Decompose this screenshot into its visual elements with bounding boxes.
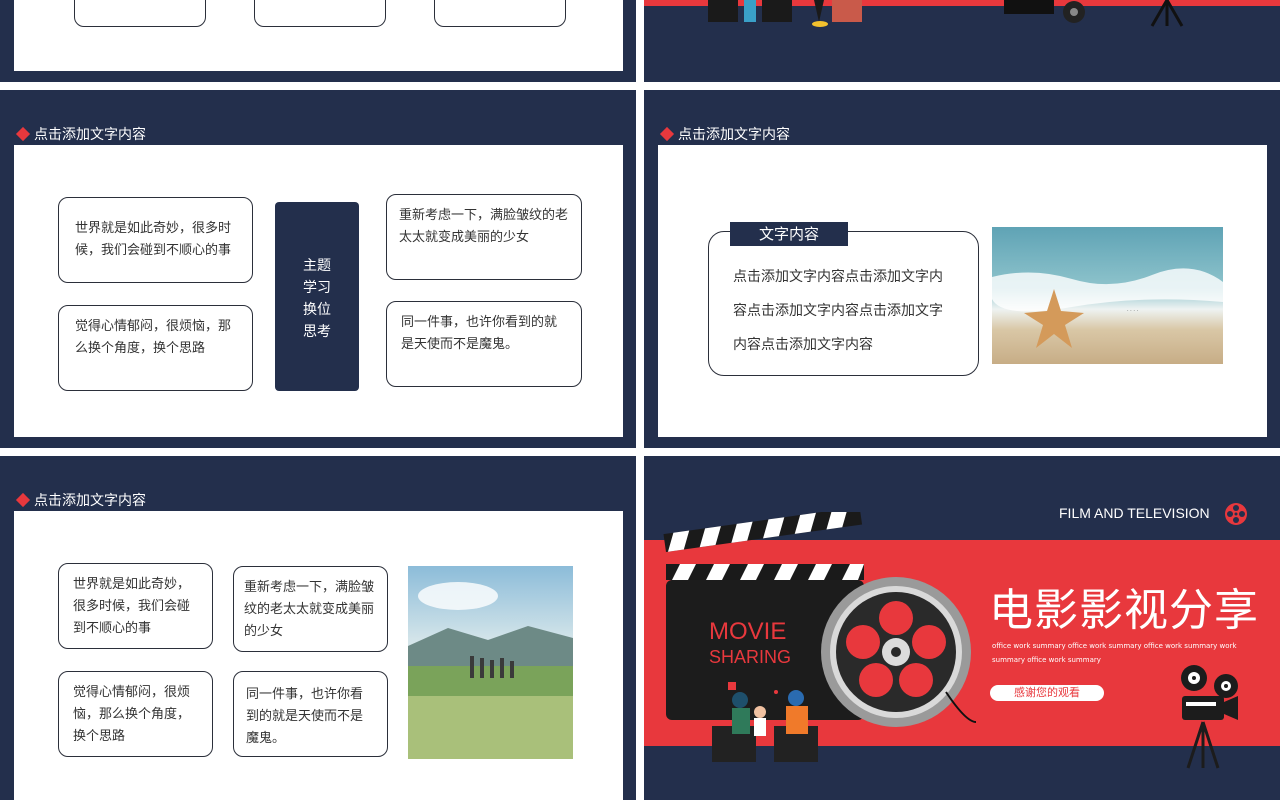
tab-label: 文字内容 [730,222,848,246]
audience-illustration [708,0,862,27]
text-box: 觉得心情郁闷，很烦恼，那么换个角度，换个思路 [58,305,253,391]
text-box: 世界就是如此奇妙，很多时候，我们会碰到不顺心的事 [58,563,213,649]
topic-line: 学习 [303,280,331,296]
slide-panel [14,0,623,71]
slide-thumbnail-3[interactable]: 点击添加文字内容 世界就是如此奇妙，很多时候，我们会碰到不顺心的事 觉得心情郁闷… [0,90,636,448]
film-reel-icon [1225,503,1247,525]
text-box: 点击添加文字内容点击添加文字内 容点击添加文字内容点击添加文字 内容点击添加文字… [708,231,979,376]
thanks-pill: 感谢您的观看 [990,685,1104,701]
slide-panel: 世界就是如此奇妙，很多时候，我们会碰到不顺心的事 觉得心情郁闷，很烦恼，那么换个… [14,145,623,437]
text-box: 同一件事，也许你看到的就是天使而不是魔鬼。 [233,671,388,757]
text-box: 重新考虑一下，满脸皱纹的老太太就变成美丽的少女 [386,194,582,280]
slide-header-text: 点击添加文字内容 [34,493,146,509]
slide-thumbnail-1[interactable] [0,0,636,82]
slide-thumbnail-2[interactable] [644,0,1280,82]
topic-line: 主题 [303,258,331,274]
main-title: 电影影视分享 [989,585,1259,636]
text-box: 世界就是如此奇妙，很多时候，我们会碰到不顺心的事 [58,197,253,283]
slide-thumbnail-4[interactable]: 点击添加文字内容 点击添加文字内容点击添加文字内 容点击添加文字内容点击添加文字… [644,90,1280,448]
svg-text:· · · ·: · · · · [1127,308,1139,314]
camera-reel-icon [1004,0,1085,23]
card-box [434,0,566,27]
summary-line-2: summary office work summary [992,656,1101,664]
sharing-text: SHARING [709,647,792,667]
red-diamond-icon [15,492,31,508]
topic-line: 思考 [303,324,331,340]
text-line: 容点击添加文字内容点击添加文字 [733,303,943,319]
film-reel-illustration [821,577,976,727]
meadow-people-photo [408,566,573,759]
slide-header-text: 点击添加文字内容 [34,127,146,143]
slide-thumbnail-5[interactable]: 点击添加文字内容 世界就是如此奇妙，很多时候，我们会碰到不顺心的事 重新考虑一下… [0,456,636,800]
slide-header: 点击添加文字内容 [15,490,146,510]
summary-line-1: office work summary office work summary … [992,642,1237,650]
movie-camera-icon [1181,665,1238,769]
red-diamond-icon [659,126,675,142]
card-box [254,0,386,27]
film-label: FILM AND TELEVISION [1059,505,1210,521]
slide-header-text: 点击添加文字内容 [678,127,790,143]
topic-block: 主题 学习 换位 思考 [275,202,359,391]
slide-panel: 世界就是如此奇妙，很多时候，我们会碰到不顺心的事 重新考虑一下，满脸皱纹的老太太… [14,511,623,800]
text-line: 内容点击添加文字内容 [733,337,873,353]
audience-illustration [712,682,818,762]
camera-tripod-icon [1150,0,1184,27]
topic-line: 换位 [303,302,331,318]
text-line: 点击添加文字内容点击添加文字内 [733,269,943,285]
card-box [74,0,206,27]
slide-header: 点击添加文字内容 [659,124,790,144]
text-box: 重新考虑一下，满脸皱纹的老太太就变成美丽的少女 [233,566,388,652]
slide-thumbnail-6[interactable]: FILM AND TELEVISION MOVIE SHARING 电影影视分享… [644,456,1280,800]
red-diamond-icon [15,126,31,142]
slide-header: 点击添加文字内容 [15,124,146,144]
movie-text: MOVIE [709,618,787,645]
text-box: 觉得心情郁闷，很烦恼，那么换个角度，换个思路 [58,671,213,757]
slide-panel: 点击添加文字内容点击添加文字内 容点击添加文字内容点击添加文字 内容点击添加文字… [658,145,1267,437]
beach-starfish-photo: · · · · [992,227,1223,364]
text-box: 同一件事，也许你看到的就是天使而不是魔鬼。 [386,301,582,387]
